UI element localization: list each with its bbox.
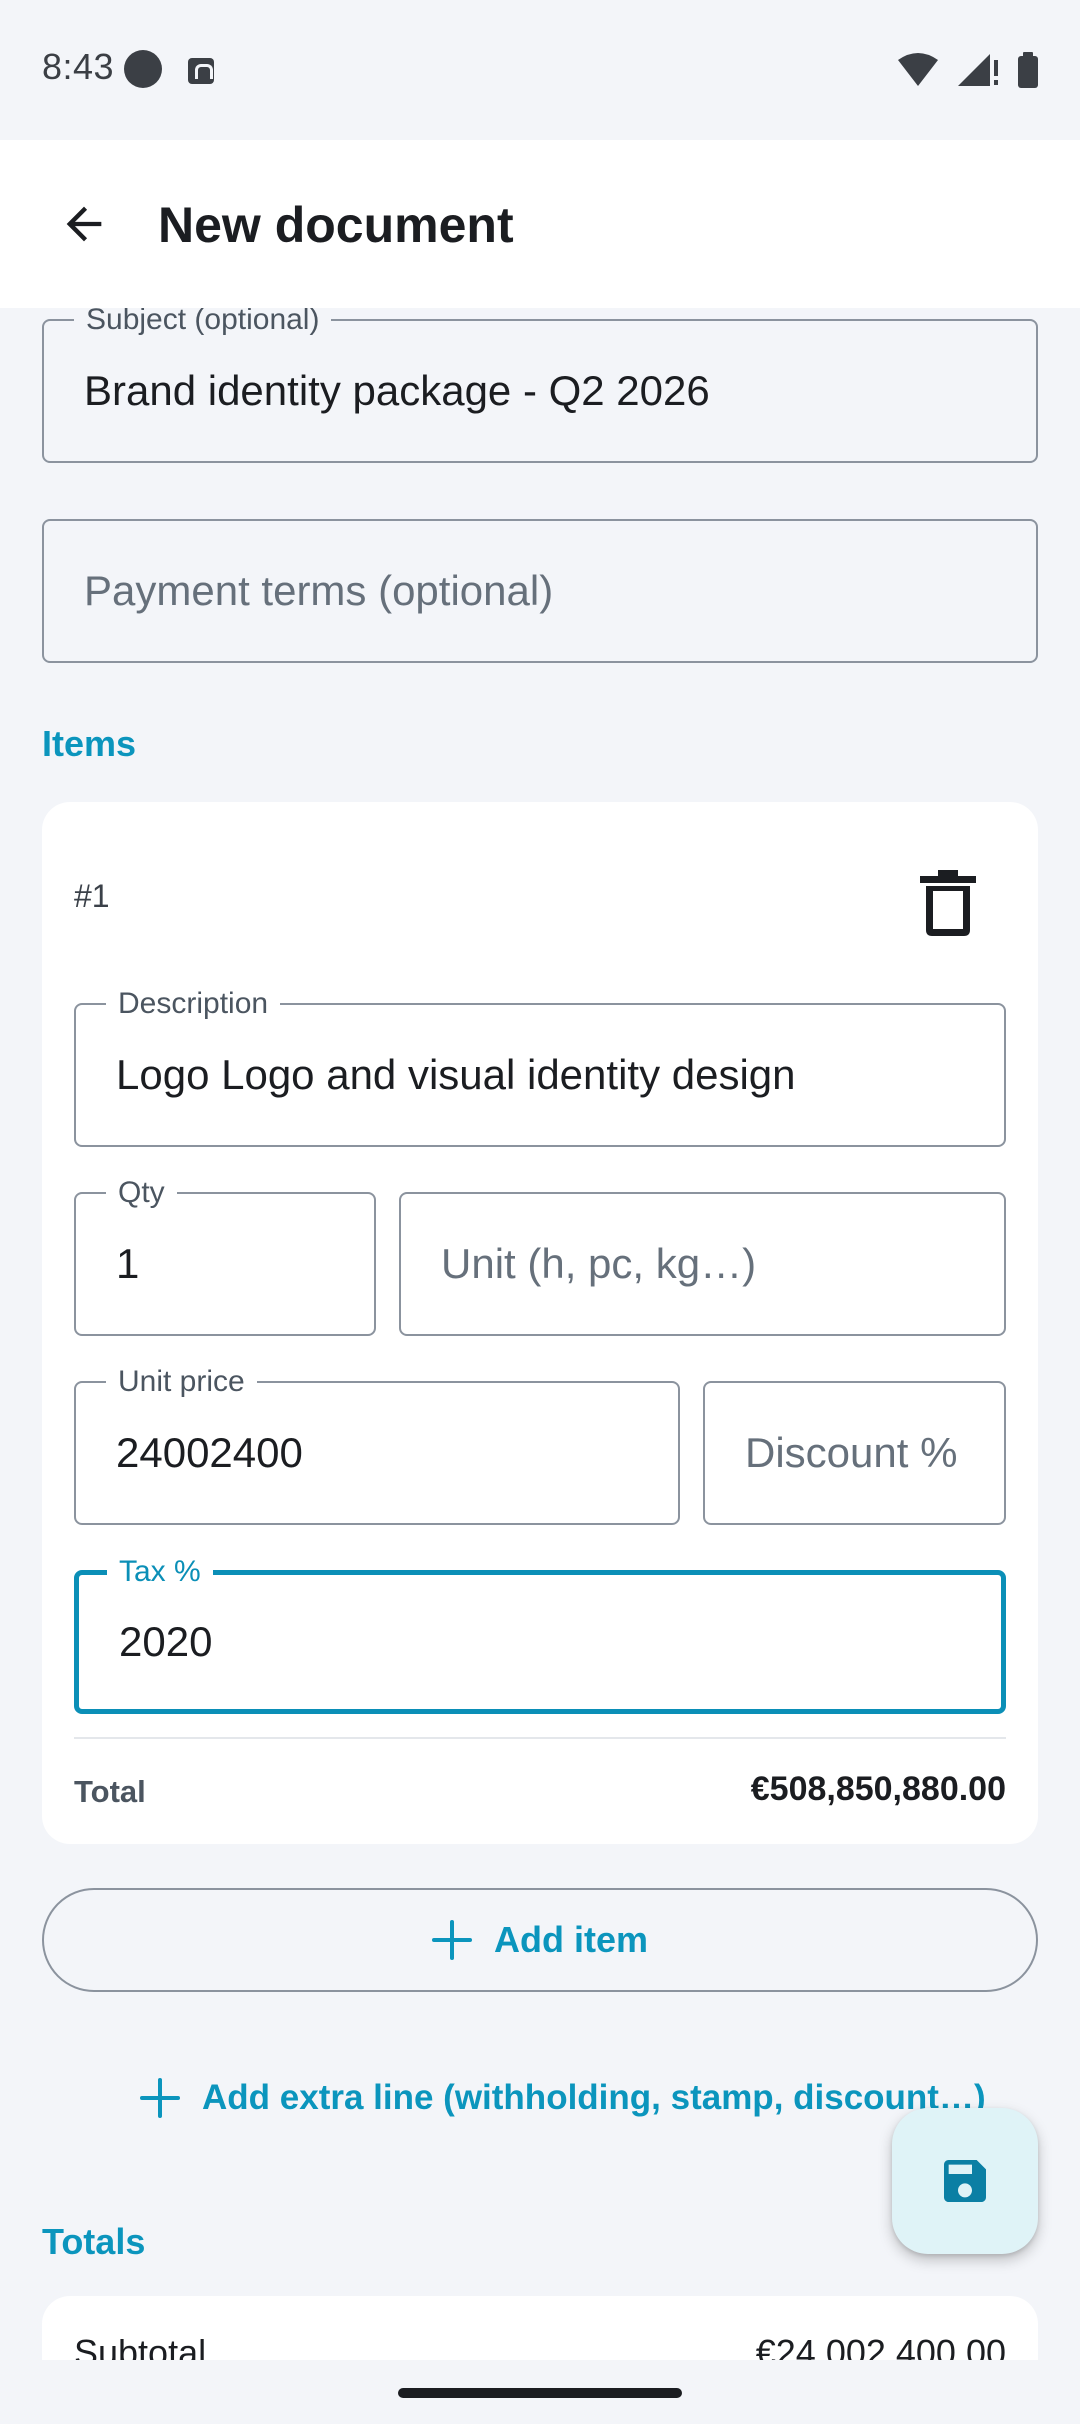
status-time: 8:43 [42,46,115,87]
arrow-back-icon [66,206,102,242]
add-item-label: Add item [493,1919,648,1960]
tax-field[interactable]: Tax % 2020 [74,1554,1006,1714]
item-card: #1 Description Logo Logo and visual iden… [42,802,1038,1844]
form-content[interactable]: Subject (optional) Brand identity packag… [0,308,1080,2360]
subject-field[interactable]: Subject (optional) Brand identity packag… [42,308,1038,463]
subtotal-value: €24,002,400.00 [755,2332,1006,2360]
back-button[interactable] [42,182,126,266]
description-field[interactable]: Description Logo Logo and visual identit… [74,986,1006,1147]
plus-icon [431,1920,472,1960]
add-extra-line-label: Add extra line (withholding, stamp, disc… [202,2078,986,2117]
status-bar: 8:43 [0,0,1080,140]
unit-price-field[interactable]: Unit price 24002400 [74,1364,680,1525]
subtotal-row: Subtotal €24,002,400.00 [74,2332,1006,2360]
floppy-disk-icon [944,2160,986,2202]
totals-section-title: Totals [42,2221,146,2262]
page-title: New document [158,197,514,253]
subject-value: Brand identity package - Q2 2026 [84,367,710,414]
tax-value: 2020 [119,1618,213,1665]
discount-placeholder: Discount % [745,1429,958,1476]
description-value: Logo Logo and visual identity design [116,1051,796,1098]
wifi-icon [898,53,938,86]
screen: 8:43 New document Subject (optional) Bra… [0,0,1080,2424]
items-section-title: Items [42,723,137,764]
item-total-value: €508,850,880.00 [750,1770,1006,1808]
status-icons [898,52,1038,88]
payment-terms-placeholder: Payment terms (optional) [84,567,554,614]
item-number: #1 [74,878,110,914]
add-extra-line-button[interactable]: Add extra line (withholding, stamp, disc… [140,2078,986,2118]
save-fab[interactable] [892,2108,1038,2254]
top-app-bar: New document [0,140,1080,308]
unit-field[interactable]: Unit (h, pc, kg…) [399,1192,1006,1336]
plus-icon [140,2078,180,2118]
delete-item-button[interactable] [918,870,978,936]
subtotal-label: Subtotal [74,2332,207,2360]
payment-terms-field[interactable]: Payment terms (optional) [42,519,1038,663]
unit-price-value: 24002400 [116,1429,303,1476]
discount-field[interactable]: Discount % [703,1381,1006,1525]
unit-placeholder: Unit (h, pc, kg…) [441,1240,757,1287]
battery-icon [1018,56,1038,88]
add-item-button[interactable]: Add item [42,1888,1038,1992]
gesture-navigation-bar[interactable] [398,2388,682,2398]
signal-icon [958,54,990,86]
trash-icon [920,870,976,936]
item-divider [74,1737,1006,1739]
notification-dot-icon [124,50,162,88]
qty-field[interactable]: Qty 1 [74,1175,376,1336]
item-total-label: Total [74,1774,146,1809]
signal-alert-icon [994,60,998,76]
totals-card: Subtotal €24,002,400.00 [42,2296,1038,2360]
app-notification-icon [188,58,214,84]
qty-value: 1 [116,1240,140,1287]
